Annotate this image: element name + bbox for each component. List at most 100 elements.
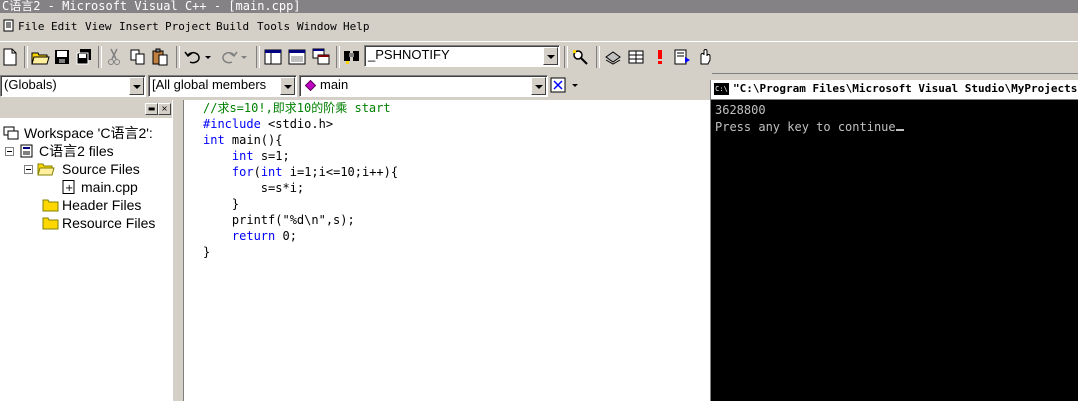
folder-icon <box>42 199 59 212</box>
console-title-bar[interactable]: C:\ "C:\Program Files\Microsoft Visual S… <box>711 80 1078 100</box>
save-button[interactable] <box>52 47 72 67</box>
copy-icon <box>130 49 145 65</box>
code-line[interactable]: int main(){ <box>203 132 398 148</box>
toolbar-separator <box>176 46 180 68</box>
cut-button[interactable] <box>104 47 124 67</box>
workspace-button[interactable] <box>263 47 283 67</box>
code-line[interactable]: s=s*i; <box>203 180 398 196</box>
toolbar-separator <box>564 46 568 68</box>
code-token: s=s*i; <box>203 181 305 195</box>
scope-combo[interactable]: (Globals) <box>0 75 146 97</box>
scope-combo-dropdown[interactable] <box>129 77 144 95</box>
window-title-bar[interactable]: C语言2 - Microsoft Visual C++ - [main.cpp] <box>0 0 1078 13</box>
find-in-files-icon <box>344 51 359 64</box>
members-combo[interactable]: [All global members <box>148 75 297 97</box>
toolbar-separator <box>256 46 260 68</box>
breakpoint-button[interactable] <box>694 47 714 67</box>
menu-view[interactable]: View <box>83 19 114 35</box>
menu-bar: File Edit View Insert Project Build Tool… <box>0 13 1078 41</box>
class-combo[interactable]: _PSHNOTIFY <box>364 45 560 67</box>
code-token: main(){ <box>224 133 283 147</box>
class-combo-value: _PSHNOTIFY <box>368 47 450 62</box>
breakpoint-icon <box>700 49 711 65</box>
code-line[interactable]: } <box>203 244 398 260</box>
save-all-button[interactable] <box>74 47 94 67</box>
code-token: <stdio.h> <box>260 117 334 131</box>
code-text[interactable]: //求s=10!,即求10的阶乘 start #include <stdio.h>… <box>203 100 398 260</box>
tree-label: Resource Files <box>62 215 156 231</box>
workspace-pane: ▬ × Workspace 'C语言2': C语言2 files Source … <box>0 100 172 401</box>
editor-gutter[interactable] <box>184 100 200 401</box>
menu-file[interactable]: File <box>16 19 47 35</box>
folder-open-icon <box>37 163 55 176</box>
undo-button[interactable] <box>182 47 214 67</box>
document-icon[interactable] <box>2 19 15 32</box>
standard-toolbar: _PSHNOTIFY <box>0 41 1078 74</box>
toolbar-separator <box>336 46 340 68</box>
execute-button[interactable] <box>672 47 692 67</box>
code-token: } <box>203 245 211 259</box>
window-list-button[interactable] <box>311 47 331 67</box>
folder-icon <box>42 217 59 230</box>
tree-label: C语言2 files <box>39 143 114 159</box>
compile-icon <box>605 51 621 65</box>
console-window[interactable]: C:\ "C:\Program Files\Microsoft Visual S… <box>710 80 1078 401</box>
new-file-button[interactable] <box>0 47 20 67</box>
code-keyword: int <box>260 165 283 179</box>
console-line: Press any key to continue <box>715 120 896 134</box>
open-icon <box>31 52 50 65</box>
find-icon <box>573 50 588 65</box>
pane-minimize-button[interactable]: ▬ <box>145 103 158 115</box>
menu-window[interactable]: Window <box>295 19 339 35</box>
output-button[interactable] <box>287 47 307 67</box>
menu-edit[interactable]: Edit <box>49 19 80 35</box>
console-title: "C:\Program Files\Microsoft Visual Studi… <box>733 82 1078 95</box>
function-combo[interactable]: main <box>299 75 548 97</box>
pane-close-button[interactable]: × <box>158 103 171 115</box>
code-keyword: #include <box>203 117 261 131</box>
code-line[interactable]: return 0; <box>203 228 398 244</box>
menu-tools[interactable]: Tools <box>255 19 292 35</box>
menu-project[interactable]: Project <box>163 19 213 35</box>
code-line[interactable]: } <box>203 196 398 212</box>
menu-build[interactable]: Build <box>214 19 251 35</box>
code-line[interactable]: #include <stdio.h> <box>203 116 398 132</box>
members-combo-dropdown[interactable] <box>280 77 295 95</box>
find-in-files-button[interactable] <box>342 47 362 67</box>
function-combo-dropdown[interactable] <box>531 77 546 95</box>
pane-splitter[interactable] <box>172 100 184 401</box>
open-button[interactable] <box>30 47 50 67</box>
project-icon <box>20 144 33 158</box>
save-icon <box>55 50 69 64</box>
window-list-icon <box>312 48 330 65</box>
code-line[interactable]: printf("%d\n",s); <box>203 212 398 228</box>
code-editor[interactable]: //求s=10!,即求10的阶乘 start #include <stdio.h>… <box>200 100 710 401</box>
redo-button[interactable] <box>218 47 250 67</box>
stop-build-button[interactable] <box>651 47 671 67</box>
paste-icon <box>152 48 168 66</box>
console-icon: C:\ <box>714 83 729 95</box>
undo-icon <box>184 51 211 64</box>
paste-button[interactable] <box>150 47 170 67</box>
class-combo-dropdown[interactable] <box>543 47 558 65</box>
menu-help[interactable]: Help <box>341 19 372 35</box>
cut-icon <box>108 48 120 65</box>
wizard-action-icon <box>550 77 578 93</box>
code-line[interactable]: int s=1; <box>203 148 398 164</box>
code-token: 0; <box>275 229 297 243</box>
code-keyword: int <box>231 149 254 163</box>
collapse-icon <box>24 165 33 174</box>
code-line[interactable]: //求s=10!,即求10的阶乘 start <box>203 100 398 116</box>
menu-insert[interactable]: Insert <box>117 19 161 35</box>
tree-label: Source Files <box>62 161 140 177</box>
wizard-action-button[interactable] <box>549 75 583 95</box>
compile-button[interactable] <box>603 47 623 67</box>
find-button[interactable] <box>570 47 590 67</box>
copy-button[interactable] <box>128 47 148 67</box>
code-line[interactable]: for(int i=1;i<=10;i++){ <box>203 164 398 180</box>
save-all-icon <box>76 49 91 65</box>
build-button[interactable] <box>626 47 646 67</box>
code-keyword: for <box>231 165 254 179</box>
workspace-icon <box>3 126 19 140</box>
